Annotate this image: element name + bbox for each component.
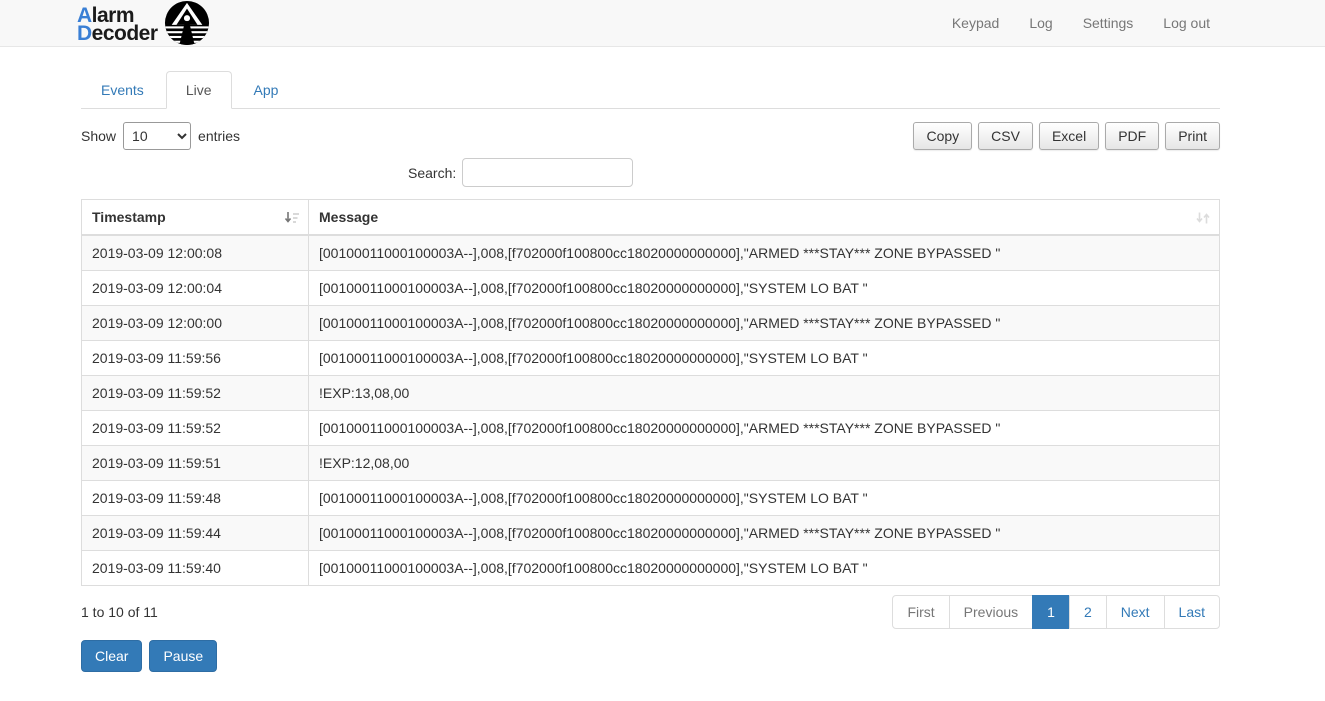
- nav-item-settings[interactable]: Settings: [1068, 0, 1149, 47]
- sort-unsorted-icon: [1195, 210, 1211, 229]
- table-row: 2019-03-09 11:59:44 [00100011000100003A-…: [82, 516, 1220, 551]
- brand-title: Alarm Decoder: [77, 3, 158, 43]
- message-cell: [00100011000100003A--],008,[f702000f1008…: [309, 516, 1220, 551]
- export-button-group: Copy CSV Excel PDF Print: [907, 122, 1220, 150]
- timestamp-cell: 2019-03-09 11:59:48: [82, 481, 309, 516]
- table-row: 2019-03-09 11:59:48 [00100011000100003A-…: [82, 481, 1220, 516]
- table-header-row: Timestamp Message: [82, 200, 1220, 236]
- tab-events[interactable]: Events: [81, 71, 164, 109]
- pause-button[interactable]: Pause: [149, 640, 217, 672]
- table-row: 2019-03-09 11:59:52 [00100011000100003A-…: [82, 411, 1220, 446]
- pagination: First Previous 1 2 Next Last: [892, 595, 1220, 629]
- pagination-info: 1 to 10 of 11: [81, 604, 158, 620]
- column-header-timestamp[interactable]: Timestamp: [82, 200, 309, 236]
- column-header-message[interactable]: Message: [309, 200, 1220, 236]
- csv-button[interactable]: CSV: [978, 122, 1033, 150]
- timestamp-cell: 2019-03-09 11:59:51: [82, 446, 309, 481]
- tab-app[interactable]: App: [234, 71, 299, 109]
- live-log-table: Timestamp Message: [81, 199, 1220, 586]
- pagination-previous[interactable]: Previous: [949, 595, 1033, 629]
- sort-descending-icon: [284, 210, 300, 229]
- table-row: 2019-03-09 11:59:56 [00100011000100003A-…: [82, 341, 1220, 376]
- timestamp-cell: 2019-03-09 11:59:52: [82, 411, 309, 446]
- timestamp-cell: 2019-03-09 11:59:52: [82, 376, 309, 411]
- copy-button[interactable]: Copy: [913, 122, 972, 150]
- timestamp-cell: 2019-03-09 12:00:08: [82, 235, 309, 271]
- message-cell: !EXP:13,08,00: [309, 376, 1220, 411]
- pagination-last[interactable]: Last: [1164, 595, 1220, 629]
- lighthouse-icon: [164, 0, 210, 49]
- nav-item-log[interactable]: Log: [1014, 0, 1067, 47]
- pagination-first[interactable]: First: [892, 595, 949, 629]
- message-cell: [00100011000100003A--],008,[f702000f1008…: [309, 551, 1220, 586]
- table-search: Search:: [408, 158, 1220, 187]
- message-cell: [00100011000100003A--],008,[f702000f1008…: [309, 306, 1220, 341]
- table-row: 2019-03-09 12:00:08 [00100011000100003A-…: [82, 235, 1220, 271]
- table-row: 2019-03-09 11:59:40 [00100011000100003A-…: [82, 551, 1220, 586]
- tab-live[interactable]: Live: [166, 71, 232, 109]
- timestamp-cell: 2019-03-09 11:59:56: [82, 341, 309, 376]
- pagination-page-1[interactable]: 1: [1032, 595, 1070, 629]
- timestamp-cell: 2019-03-09 12:00:04: [82, 271, 309, 306]
- table-row: 2019-03-09 11:59:52 !EXP:13,08,00: [82, 376, 1220, 411]
- brand-logo[interactable]: Alarm Decoder: [77, 0, 210, 49]
- entries-label: entries: [198, 128, 240, 144]
- clear-button[interactable]: Clear: [81, 640, 142, 672]
- excel-button[interactable]: Excel: [1039, 122, 1099, 150]
- message-cell: [00100011000100003A--],008,[f702000f1008…: [309, 481, 1220, 516]
- entries-select[interactable]: 10: [123, 122, 191, 150]
- pdf-button[interactable]: PDF: [1105, 122, 1159, 150]
- table-row: 2019-03-09 12:00:00 [00100011000100003A-…: [82, 306, 1220, 341]
- top-navbar: Alarm Decoder: [0, 0, 1325, 47]
- timestamp-cell: 2019-03-09 11:59:40: [82, 551, 309, 586]
- message-cell: [00100011000100003A--],008,[f702000f1008…: [309, 341, 1220, 376]
- show-label: Show: [81, 128, 116, 144]
- search-label: Search:: [408, 165, 456, 181]
- message-cell: [00100011000100003A--],008,[f702000f1008…: [309, 235, 1220, 271]
- table-row: 2019-03-09 12:00:04 [00100011000100003A-…: [82, 271, 1220, 306]
- pagination-next[interactable]: Next: [1106, 595, 1165, 629]
- search-input[interactable]: [462, 158, 633, 187]
- timestamp-cell: 2019-03-09 11:59:44: [82, 516, 309, 551]
- message-cell: !EXP:12,08,00: [309, 446, 1220, 481]
- nav-item-keypad[interactable]: Keypad: [937, 0, 1014, 47]
- navbar-menu: Keypad Log Settings Log out: [937, 0, 1225, 47]
- message-cell: [00100011000100003A--],008,[f702000f1008…: [309, 271, 1220, 306]
- message-cell: [00100011000100003A--],008,[f702000f1008…: [309, 411, 1220, 446]
- view-tabs: Events Live App: [81, 71, 1220, 109]
- table-row: 2019-03-09 11:59:51 !EXP:12,08,00: [82, 446, 1220, 481]
- entries-length-control: Show 10 entries: [81, 122, 240, 150]
- nav-item-logout[interactable]: Log out: [1148, 0, 1225, 47]
- print-button[interactable]: Print: [1165, 122, 1220, 150]
- pagination-page-2[interactable]: 2: [1069, 595, 1107, 629]
- timestamp-cell: 2019-03-09 12:00:00: [82, 306, 309, 341]
